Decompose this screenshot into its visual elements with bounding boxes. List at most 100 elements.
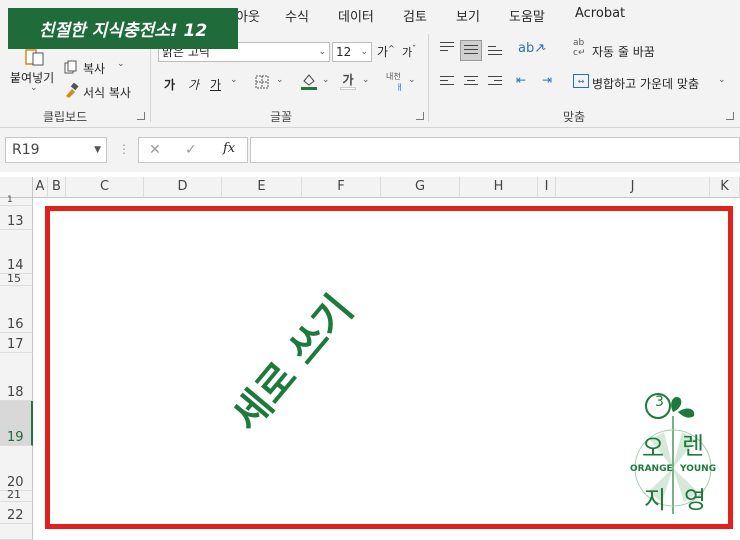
clipboard-launcher-icon[interactable] [137, 112, 145, 120]
tab-review[interactable]: 검토 [403, 6, 427, 25]
row-header[interactable]: 14 [0, 230, 33, 274]
column-header[interactable]: D [144, 177, 222, 198]
tab-view[interactable]: 보기 [456, 6, 480, 25]
fill-color-icon[interactable] [300, 71, 318, 91]
column-header[interactable]: F [302, 177, 381, 198]
orientation-dropdown-icon[interactable]: ⌄ [540, 43, 548, 53]
column-header[interactable]: K [710, 177, 740, 198]
cancel-icon[interactable]: ✕ [149, 142, 161, 158]
row-header[interactable]: 15 [0, 272, 33, 286]
formula-input[interactable] [250, 137, 740, 163]
column-header[interactable]: G [381, 177, 460, 198]
merge-dropdown-icon[interactable]: ⌄ [718, 75, 726, 85]
fill-color-dropdown-icon[interactable]: ⌄ [322, 75, 330, 85]
row-header[interactable]: 18 [0, 353, 33, 401]
alignment-launcher-icon[interactable] [726, 112, 734, 120]
tab-data[interactable]: 데이터 [338, 6, 374, 25]
logo-char: 지 [644, 486, 667, 514]
name-box[interactable]: R19 ▼ [5, 137, 107, 163]
column-header[interactable]: J [556, 177, 710, 198]
shrink-font-glyph: 가 [402, 46, 413, 59]
column-header[interactable]: B [48, 177, 66, 198]
decrease-indent-icon[interactable]: ⇤ [516, 73, 526, 87]
font-group-label: 글꼴 [270, 110, 293, 124]
row-header[interactable]: 13 [0, 206, 33, 230]
chevron-down-icon: ⌄ [318, 47, 326, 57]
tab-page-layout[interactable]: 아웃 [236, 6, 260, 25]
phonetic-button[interactable]: 내천 [386, 71, 401, 82]
row-number: 18 [7, 385, 24, 400]
align-right-icon[interactable] [488, 76, 502, 88]
row-number: 13 [7, 214, 24, 229]
column-header[interactable]: I [538, 177, 556, 198]
merge-center-button[interactable]: 병합하고 가운데 맞춤 [592, 75, 699, 92]
title-banner: 친절한 지식충전소! 12 [8, 8, 238, 49]
align-top-icon[interactable] [440, 42, 454, 54]
paste-dropdown-icon[interactable]: ⌄ [30, 83, 38, 93]
font-color-dropdown-icon[interactable]: ⌄ [362, 75, 370, 85]
logo-number: 3 [655, 394, 664, 410]
phonetic-icon: ㅐ [396, 83, 404, 92]
logo-char: 오 [642, 434, 665, 462]
column-header[interactable]: A [33, 177, 48, 198]
group-divider [428, 34, 429, 122]
font-color-glyph: 가 [342, 73, 354, 87]
tab-acrobat[interactable]: Acrobat [575, 6, 625, 21]
align-left-icon[interactable] [440, 76, 454, 88]
copy-dropdown-icon[interactable]: ⌄ [117, 59, 125, 69]
row-number: 17 [7, 337, 24, 352]
align-middle-button[interactable] [460, 40, 482, 61]
row-number: 16 [7, 317, 24, 332]
row-header[interactable]: 16 [0, 286, 33, 333]
underline-dropdown-icon[interactable]: ⌄ [230, 75, 238, 85]
bold-button[interactable]: 가 [164, 76, 175, 93]
copy-button[interactable]: 복사 [83, 60, 105, 77]
chevron-down-icon: ⌄ [360, 47, 368, 57]
logo-word-young: YOUNG [680, 464, 717, 474]
chevron-down-icon: ▼ [94, 145, 101, 155]
column-header[interactable]: C [66, 177, 144, 198]
phonetic-dropdown-icon[interactable]: ⌄ [408, 75, 416, 85]
wrap-text-icon[interactable]: ab c↵ [573, 38, 586, 58]
alignment-group-label: 맞춤 [563, 110, 586, 124]
paste-icon[interactable] [22, 48, 48, 66]
increase-indent-icon[interactable]: ⇥ [542, 73, 552, 87]
row-header[interactable]: 17 [0, 333, 33, 353]
row-header[interactable]: 20 [0, 446, 33, 491]
format-painter-icon[interactable] [63, 83, 79, 99]
font-launcher-icon[interactable] [416, 112, 424, 120]
row-header[interactable] [0, 524, 33, 540]
formula-buttons: ✕ ✓ fx [138, 137, 248, 163]
italic-button[interactable]: 가 [188, 76, 199, 93]
select-all-corner[interactable] [0, 177, 33, 198]
font-size-value: 12 [336, 45, 352, 59]
border-icon[interactable] [254, 74, 270, 90]
shrink-font-button[interactable]: 가ˇ [402, 44, 416, 60]
font-color-button[interactable]: 가 [340, 71, 356, 91]
underline-button[interactable]: 가 [210, 76, 221, 93]
row-header[interactable]: 1 [0, 195, 33, 206]
grow-font-button[interactable]: 가^ [377, 43, 395, 60]
column-header[interactable]: H [460, 177, 538, 198]
name-box-value: R19 [12, 142, 40, 158]
insert-function-icon[interactable]: fx [223, 141, 235, 156]
wrap-text-button[interactable]: 자동 줄 바꿈 [592, 43, 655, 60]
merge-center-icon[interactable]: ↔ [573, 74, 589, 88]
row-number: 15 [7, 272, 21, 285]
tab-help[interactable]: 도움말 [509, 6, 545, 25]
row-number: 14 [7, 258, 24, 273]
row-header-selected[interactable]: 19 [0, 401, 33, 446]
font-size-combobox[interactable]: 12 ⌄ [332, 42, 372, 62]
enter-icon[interactable]: ✓ [185, 142, 197, 158]
copy-icon[interactable] [63, 59, 79, 75]
format-painter-button[interactable]: 서식 복사 [83, 84, 131, 101]
logo-word-orange: ORANGE [630, 464, 673, 474]
column-header[interactable]: E [222, 177, 302, 198]
align-center-icon[interactable] [464, 76, 478, 88]
logo-char: 영 [684, 486, 707, 514]
row-header[interactable]: 22 [0, 502, 33, 524]
row-header[interactable]: 21 [0, 488, 33, 502]
align-bottom-icon[interactable] [488, 46, 502, 58]
border-dropdown-icon[interactable]: ⌄ [276, 75, 284, 85]
tab-formulas[interactable]: 수식 [285, 6, 309, 25]
